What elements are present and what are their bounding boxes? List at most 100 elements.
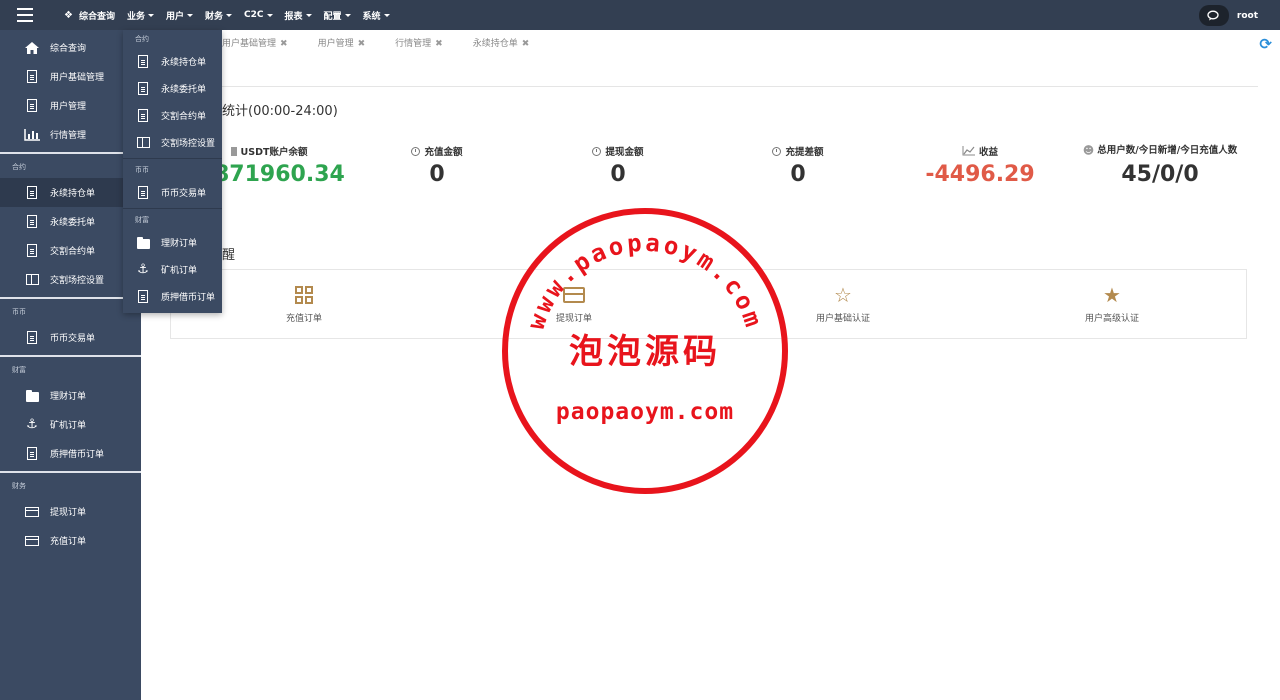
sidebar-section-contract: 合约 — [12, 163, 26, 171]
document-icon — [24, 186, 40, 199]
dropdown-item-pledge-order[interactable]: 质押借币订单 — [123, 283, 222, 310]
tab-perpetual-position[interactable]: 永续持仓单 ✖ — [473, 36, 530, 49]
qrcode-icon — [295, 286, 313, 304]
document-icon — [135, 109, 151, 122]
nav-item-query[interactable]: ❖ 综合查询 — [64, 9, 115, 22]
sidebar-item-delivery-control[interactable]: 交割场控设置 — [0, 265, 141, 294]
dropdown-item-delivery-control[interactable]: 交割场控设置 — [123, 129, 222, 156]
sidebar-item-perpetual-position[interactable]: 永续持仓单 — [0, 178, 141, 207]
nav-item-config[interactable]: 配置 — [324, 9, 351, 22]
sidebar-section-coin: 币币 — [12, 308, 26, 316]
nav-item-c2c[interactable]: C2C — [244, 10, 273, 20]
sidebar-item-perpetual-order[interactable]: 永续委托单 — [0, 207, 141, 236]
business-dropdown-menu: 合约 永续持仓单 永续委托单 交割合约单 交割场控设置 币币 币币交易单 财富 … — [123, 30, 222, 313]
close-icon[interactable]: ✖ — [280, 39, 288, 49]
folder-icon — [135, 236, 151, 249]
caret-down-icon — [383, 13, 390, 17]
dropdown-item-finance-order[interactable]: 理财订单 — [123, 229, 222, 256]
sidebar-item-recharge-order[interactable]: 充值订单 — [0, 526, 141, 555]
caret-down-icon — [266, 13, 273, 17]
star-outline-icon: ☆ — [834, 283, 852, 307]
user-name[interactable]: root — [1237, 11, 1258, 21]
home-icon: ❖ — [64, 9, 73, 21]
dropdown-item-delivery-order[interactable]: 交割合约单 — [123, 102, 222, 129]
top-navbar: ❖ 综合查询 业务 用户 财务 C2C 报表 配置 系统 root — [0, 0, 1280, 30]
dropdown-item-perpetual-position[interactable]: 永续持仓单 — [123, 48, 222, 75]
document-icon — [24, 331, 40, 344]
nav-item-users[interactable]: 用户 — [166, 9, 194, 22]
caret-down-icon — [305, 13, 312, 17]
wallet-icon — [230, 146, 237, 156]
dropdown-item-miner-order[interactable]: ⚓ 矿机订单 — [123, 256, 222, 283]
clock-icon — [772, 146, 782, 156]
stat-profit: 收益 -4496.29 — [925, 146, 1035, 187]
reminder-basic-auth[interactable]: ☆ 用户基础认证 — [783, 283, 903, 324]
sidebar-item-miner-order[interactable]: ⚓ 矿机订单 — [0, 410, 141, 439]
document-icon — [24, 244, 40, 257]
nav-item-system[interactable]: 系统 — [363, 9, 390, 22]
document-icon — [24, 70, 40, 83]
document-icon — [135, 290, 151, 303]
reminder-title: 醒 — [222, 248, 236, 263]
close-icon[interactable]: ✖ — [435, 39, 443, 49]
dropdown-section-coin: 币币 — [135, 166, 149, 174]
dropdown-divider — [123, 208, 222, 209]
columns-icon — [135, 137, 151, 148]
sidebar-item-withdraw-order[interactable]: 提现订单 — [0, 497, 141, 526]
tab-user-basic[interactable]: 用户基础管理 ✖ — [222, 36, 288, 49]
chat-icon — [1207, 10, 1220, 21]
watermark-title: 泡泡源码 — [569, 332, 721, 372]
caret-down-icon — [344, 13, 351, 17]
dropdown-item-perpetual-order[interactable]: 永续委托单 — [123, 75, 222, 102]
dropdown-item-coin-trade[interactable]: 币币交易单 — [123, 179, 222, 206]
bar-chart-icon — [24, 128, 40, 141]
close-icon[interactable]: ✖ — [358, 39, 366, 49]
tab-user-manage[interactable]: 用户管理 ✖ — [318, 36, 366, 49]
dropdown-section-contract: 合约 — [135, 35, 149, 43]
stat-usdt-balance: USDT账户余额 871960.34 — [214, 146, 345, 187]
sidebar-item-pledge-order[interactable]: 质押借币订单 — [0, 439, 141, 468]
reminder-advanced-auth[interactable]: ★ 用户高级认证 — [1052, 283, 1172, 324]
sidebar-divider — [0, 355, 141, 357]
nav-item-business[interactable]: 业务 — [127, 9, 154, 22]
sidebar-section-finance: 财务 — [12, 482, 26, 490]
stat-withdraw-amount: 提现金额 0 — [573, 144, 663, 187]
sidebar-divider — [0, 471, 141, 473]
refresh-icon[interactable]: ⟳ — [1259, 35, 1272, 53]
sidebar: 综合查询 用户基础管理 用户管理 行情管理 合约 永续持仓单 永续委托单 交割合… — [0, 30, 141, 700]
document-icon — [24, 215, 40, 228]
sidebar-divider — [0, 152, 141, 154]
stat-recharge-amount: 充值金额 0 — [392, 144, 482, 187]
close-icon[interactable]: ✖ — [522, 39, 530, 49]
sidebar-item-delivery-order[interactable]: 交割合约单 — [0, 236, 141, 265]
home-icon — [24, 41, 40, 54]
sidebar-item-query[interactable]: 综合查询 — [0, 33, 141, 62]
anchor-icon: ⚓ — [26, 417, 38, 432]
sidebar-item-user-manage[interactable]: 用户管理 — [0, 91, 141, 120]
nav-item-reports[interactable]: 报表 — [285, 9, 312, 22]
document-icon — [135, 82, 151, 95]
columns-icon — [24, 274, 40, 285]
document-icon — [135, 186, 151, 199]
nav-item-finance[interactable]: 财务 — [205, 9, 233, 22]
sidebar-divider — [0, 297, 141, 299]
caret-down-icon — [187, 13, 194, 17]
tab-market[interactable]: 行情管理 ✖ — [395, 36, 443, 49]
stat-users: ☻ 总用户数/今日新增/今日充值人数 45/0/0 — [1082, 144, 1238, 187]
menu-toggle-button[interactable] — [0, 0, 50, 30]
reminder-recharge[interactable]: 充值订单 — [244, 283, 364, 324]
watermark-seal: www.paopaoym.com 泡泡源码 paopaoym.com — [502, 208, 788, 494]
sidebar-item-finance-order[interactable]: 理财订单 — [0, 381, 141, 410]
sidebar-item-market[interactable]: 行情管理 — [0, 120, 141, 149]
stat-difference: 充提差额 0 — [753, 144, 843, 187]
caret-down-icon — [148, 13, 154, 17]
credit-card-icon — [24, 506, 40, 517]
tabs-divider — [222, 86, 1258, 87]
chat-button[interactable] — [1198, 5, 1229, 26]
clock-icon — [411, 146, 421, 156]
sidebar-item-user-basic[interactable]: 用户基础管理 — [0, 62, 141, 91]
sidebar-section-wealth: 财富 — [12, 366, 26, 374]
sidebar-item-coin-trade[interactable]: 币币交易单 — [0, 323, 141, 352]
hamburger-icon — [17, 6, 33, 24]
anchor-icon: ⚓ — [137, 262, 149, 277]
